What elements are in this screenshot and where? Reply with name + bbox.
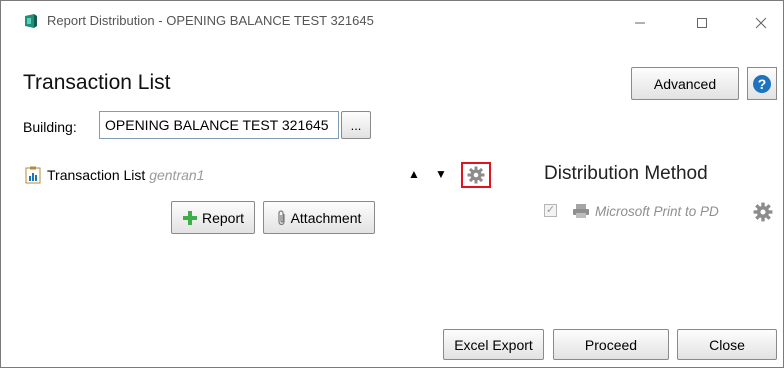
- advanced-button[interactable]: Advanced: [631, 67, 739, 100]
- maximize-icon: [697, 18, 707, 28]
- window-title: Report Distribution - OPENING BALANCE TE…: [47, 13, 374, 28]
- attachment-label: Attachment: [290, 209, 362, 226]
- minimize-button[interactable]: [617, 11, 663, 35]
- plus-icon: [182, 210, 197, 225]
- close-window-button[interactable]: [741, 11, 781, 35]
- move-down-button[interactable]: ▼: [435, 167, 447, 181]
- report-name: Transaction List: [47, 167, 146, 183]
- add-report-button[interactable]: Report: [171, 201, 255, 234]
- excel-export-button[interactable]: Excel Export: [443, 329, 544, 360]
- app-icon: [25, 14, 37, 28]
- gear-icon: [467, 166, 485, 184]
- add-report-label: Report: [201, 209, 245, 226]
- proceed-button[interactable]: Proceed: [553, 329, 669, 360]
- page-title: Transaction List: [23, 71, 171, 94]
- report-settings-button[interactable]: [461, 162, 491, 188]
- title-bar: Report Distribution - OPENING BALANCE TE…: [1, 1, 783, 41]
- report-chart-icon: [25, 166, 41, 184]
- report-distribution-window: Report Distribution - OPENING BALANCE TE…: [0, 0, 784, 368]
- browse-building-button[interactable]: ...: [341, 111, 371, 139]
- attachment-button[interactable]: Attachment: [263, 201, 375, 234]
- building-label: Building:: [23, 119, 77, 135]
- help-button[interactable]: ?: [747, 67, 777, 100]
- help-icon: ?: [753, 74, 771, 93]
- distribution-settings-icon[interactable]: [753, 202, 773, 222]
- close-button[interactable]: Close: [677, 329, 777, 360]
- paperclip-icon: [277, 209, 285, 225]
- move-up-button[interactable]: ▲: [408, 167, 420, 181]
- building-field[interactable]: OPENING BALANCE TEST 321645: [99, 111, 339, 139]
- report-subtitle: gentran1: [149, 167, 205, 183]
- distribution-method-name: Microsoft Print to PD: [595, 204, 719, 219]
- minimize-icon: [635, 22, 645, 24]
- maximize-button[interactable]: [679, 11, 725, 35]
- close-icon: [755, 17, 767, 29]
- help-glyph: ?: [758, 76, 767, 92]
- distribution-method-title: Distribution Method: [544, 163, 708, 184]
- distribution-checkbox[interactable]: ✓: [544, 204, 557, 217]
- printer-icon: [573, 204, 589, 218]
